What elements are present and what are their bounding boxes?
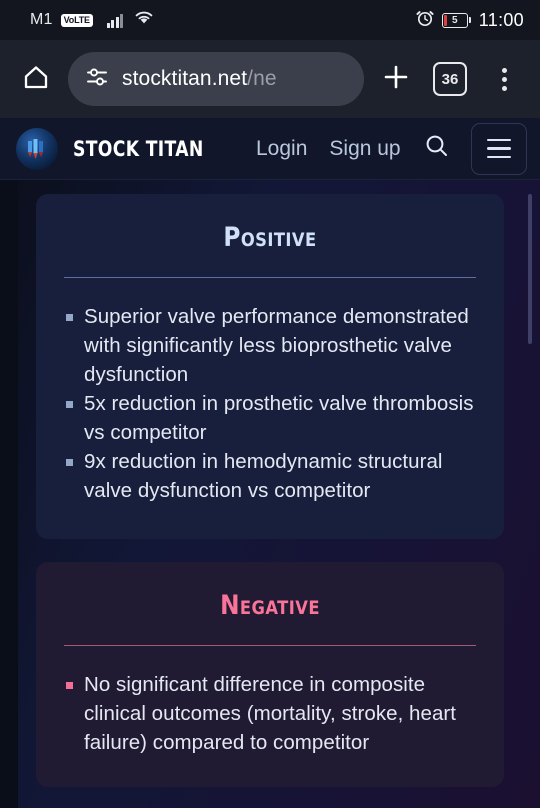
tab-count-badge: 36 (433, 62, 467, 96)
negative-card-divider (64, 645, 476, 646)
positive-card: Positive Superior valve performance demo… (36, 194, 504, 539)
status-bar: M1 VoLTE 5 11:00 (0, 0, 540, 40)
page-left-gutter (0, 180, 18, 808)
search-button[interactable] (417, 129, 457, 169)
carrier-label: M1 (30, 11, 53, 28)
list-item: 9x reduction in hemodynamic structural v… (60, 447, 480, 505)
scrollbar-thumb[interactable] (528, 194, 532, 344)
url-domain: stocktitan.net (122, 67, 248, 90)
battery-icon: 5 (441, 12, 471, 28)
page-scrollbar[interactable] (528, 180, 536, 808)
negative-card-title: Negative (220, 590, 320, 621)
new-tab-button[interactable] (374, 57, 418, 101)
battery-percent-label: 5 (452, 14, 458, 26)
url-path: /ne (247, 67, 277, 90)
url-bar[interactable]: stocktitan.net/ne (68, 52, 364, 106)
hamburger-menu-icon (486, 139, 511, 142)
positive-card-title: Positive (223, 222, 317, 253)
alarm-clock-icon (416, 9, 434, 32)
brand-title: STOCK TITAN (73, 136, 204, 161)
three-dot-menu-icon (501, 67, 507, 91)
search-icon (423, 132, 451, 165)
hamburger-menu-button[interactable] (470, 122, 527, 175)
page-content: Positive Superior valve performance demo… (0, 180, 540, 808)
list-item: No significant difference in composite c… (60, 670, 480, 757)
wifi-icon (134, 10, 154, 30)
site-header: STOCK TITAN Login Sign up (0, 118, 540, 180)
volte-badge: VoLTE (60, 13, 93, 27)
positive-points-list: Superior valve performance demonstrated … (60, 302, 480, 505)
plus-icon (381, 62, 411, 97)
stock-titan-logo-icon[interactable] (16, 127, 58, 170)
status-bar-right: 5 11:00 (416, 9, 524, 32)
tab-switcher-button[interactable]: 36 (428, 57, 472, 101)
signup-link[interactable]: Sign up (329, 137, 400, 161)
status-bar-left: M1 VoLTE (30, 10, 154, 30)
list-item: 5x reduction in prosthetic valve thrombo… (60, 389, 480, 447)
clock-label: 11:00 (478, 9, 524, 30)
tune-sliders-icon[interactable] (84, 64, 110, 95)
url-text: stocktitan.net/ne (122, 67, 277, 91)
home-icon (21, 62, 51, 97)
list-item: Superior valve performance demonstrated … (60, 302, 480, 389)
login-link[interactable]: Login (256, 137, 307, 161)
negative-card: Negative No significant difference in co… (36, 562, 504, 787)
positive-card-divider (64, 277, 476, 278)
browser-toolbar: stocktitan.net/ne 36 (0, 40, 540, 118)
home-button[interactable] (14, 57, 58, 101)
signal-bars-icon (106, 13, 124, 28)
negative-points-list: No significant difference in composite c… (60, 670, 480, 757)
browser-menu-button[interactable] (482, 57, 526, 101)
